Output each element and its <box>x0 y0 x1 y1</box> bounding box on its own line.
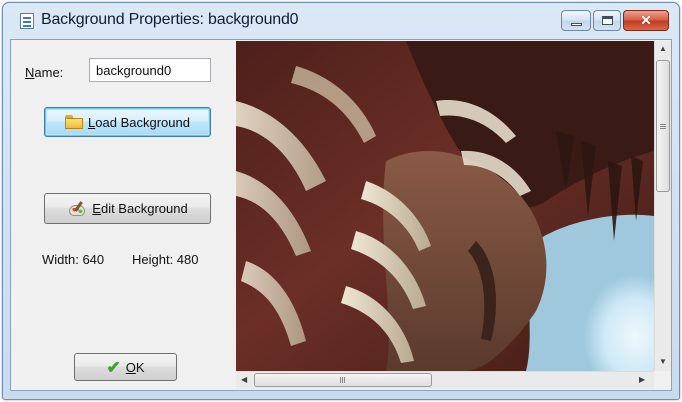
load-background-button[interactable]: Load Background <box>44 107 211 137</box>
maximize-icon <box>602 16 613 25</box>
folder-icon <box>65 115 84 129</box>
window-title: Background Properties: background0 <box>41 11 299 28</box>
background-preview <box>236 41 654 371</box>
name-input[interactable] <box>89 58 211 82</box>
paint-palette-icon <box>67 201 87 217</box>
close-icon: ✕ <box>640 12 652 28</box>
vertical-scroll-thumb[interactable] <box>656 60 670 192</box>
height-readout: Height: 480 <box>132 252 199 267</box>
document-icon <box>20 13 34 29</box>
width-readout: Width: 640 <box>42 252 105 267</box>
vertical-scrollbar[interactable]: ▲ ▼ <box>654 41 671 371</box>
edit-background-button[interactable]: Edit Background <box>44 193 211 224</box>
ok-label: OK <box>125 359 145 375</box>
load-background-label: Load Background <box>88 114 190 130</box>
properties-panel: Name: Load Background Edit Background Wi… <box>11 40 235 390</box>
background-image <box>236 41 654 371</box>
title-bar[interactable]: Background Properties: background0 ✕ <box>3 3 679 39</box>
bg-sky <box>526 214 654 371</box>
checkmark-icon: ✔ <box>106 357 121 377</box>
scroll-down-icon[interactable]: ▼ <box>659 358 667 366</box>
minimize-icon <box>571 23 582 26</box>
scrollbar-corner <box>654 371 671 389</box>
background-properties-window: Background Properties: background0 ✕ Nam… <box>2 2 680 400</box>
ok-button[interactable]: ✔ OK <box>74 353 177 381</box>
edit-background-label: Edit Background <box>92 201 188 216</box>
scroll-left-icon[interactable]: ◀ <box>241 376 247 384</box>
name-label: Name: <box>25 65 64 80</box>
maximize-button[interactable] <box>593 10 621 31</box>
horizontal-scroll-thumb[interactable] <box>254 373 432 387</box>
scroll-right-icon[interactable]: ▶ <box>639 376 645 384</box>
horizontal-scrollbar[interactable]: ◀ ▶ <box>236 371 654 389</box>
minimize-button[interactable] <box>561 10 591 31</box>
close-button[interactable]: ✕ <box>623 10 669 31</box>
dialog-client-area: Name: Load Background Edit Background Wi… <box>10 39 672 391</box>
scroll-up-icon[interactable]: ▲ <box>659 45 667 53</box>
